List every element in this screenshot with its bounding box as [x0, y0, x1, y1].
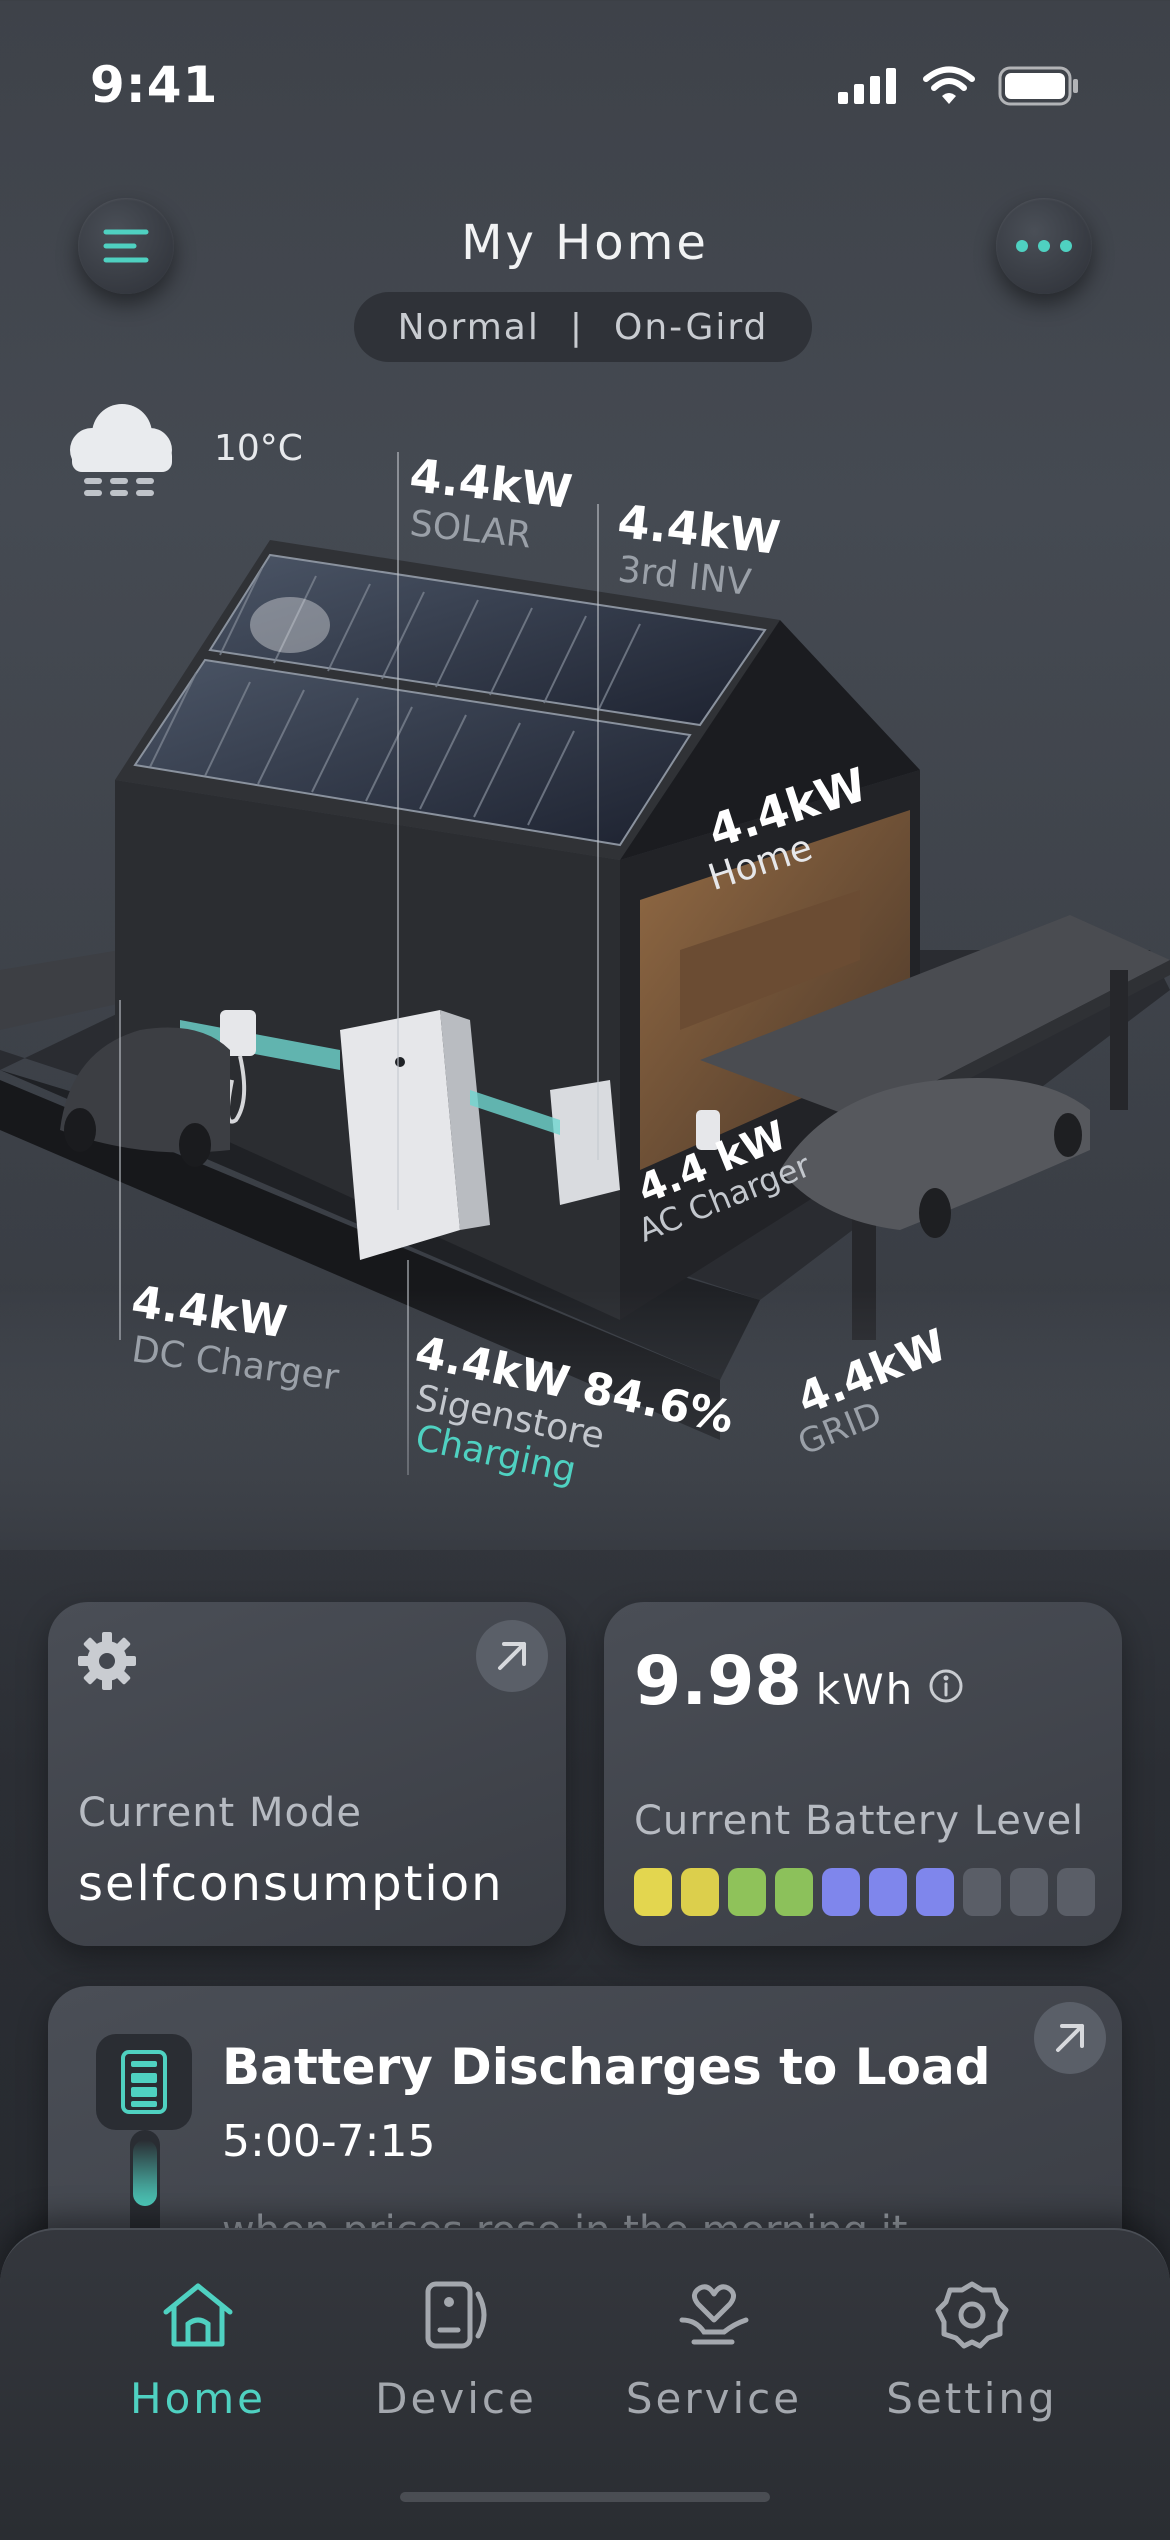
inverter-reading: 4.4kW 3rd INV: [615, 494, 783, 604]
battery-level-segment: [634, 1868, 672, 1916]
mode-label: Normal: [397, 306, 540, 348]
schedule-progress-fill: [133, 2140, 157, 2206]
ac-charger-reading: 4.4 kW AC Charger: [631, 1112, 822, 1249]
mode-status-pill: Normal | On-Gird: [354, 292, 812, 362]
battery-level-bar: [634, 1868, 1095, 1916]
battery-icon-tile: [96, 2034, 192, 2130]
status-time: 9:41: [90, 56, 219, 114]
nav-item-service[interactable]: Service: [594, 2280, 834, 2423]
battery-unit: kWh: [815, 1665, 915, 1714]
home-icon: [163, 2283, 233, 2347]
battery-level-segment: [1010, 1868, 1048, 1916]
info-icon[interactable]: [928, 1668, 964, 1704]
battery-stack-icon: [121, 2050, 167, 2114]
current-mode-card[interactable]: Current Mode selfconsumption: [48, 1602, 566, 1946]
battery-energy: 9.98 kWh: [634, 1642, 964, 1721]
mode-value: selfconsumption: [78, 1856, 504, 1912]
battery-level-segment: [775, 1868, 813, 1916]
battery-level-segment: [916, 1868, 954, 1916]
battery-level-segment: [728, 1868, 766, 1916]
battery-label: Current Battery Level: [634, 1798, 1085, 1844]
status-icons: [838, 66, 1080, 106]
battery-level-segment: [1057, 1868, 1095, 1916]
device-icon: [425, 2281, 487, 2349]
nav-label-service: Service: [625, 2374, 803, 2423]
storage-reading: 4.4kW 84.6% Sigenstore Charging: [411, 1327, 740, 1492]
service-icon: [679, 2284, 749, 2345]
nav-item-home[interactable]: Home: [78, 2280, 318, 2423]
battery-icon: [998, 66, 1078, 106]
dc-charger-reading: 4.4kW DC Charger: [129, 1276, 342, 1399]
nav-item-setting[interactable]: Setting: [852, 2280, 1092, 2423]
mode-open-button[interactable]: [476, 1620, 548, 1692]
home-indicator: [400, 2492, 770, 2502]
schedule-time: 5:00-7:15: [222, 2116, 436, 2167]
schedule-title: Battery Discharges to Load: [222, 2038, 991, 2096]
solar-reading: 4.4kW SOLAR: [407, 448, 575, 556]
battery-level-segment: [681, 1868, 719, 1916]
setting-icon: [935, 2281, 1009, 2349]
grid-reading: 4.4kW GRID: [790, 1320, 956, 1464]
battery-level-segment: [963, 1868, 1001, 1916]
nav-label-setting: Setting: [886, 2374, 1058, 2423]
battery-level-segment: [869, 1868, 907, 1916]
battery-level-segment: [822, 1868, 860, 1916]
arrow-up-right-icon: [1056, 2024, 1084, 2052]
more-icon: [1016, 240, 1072, 252]
pill-separator: |: [569, 306, 584, 348]
schedule-open-button[interactable]: [1034, 2002, 1106, 2074]
nav-item-device[interactable]: Device: [336, 2280, 576, 2423]
home-reading: 4.4kW Home: [702, 757, 874, 899]
nav-label-device: Device: [375, 2374, 537, 2423]
arrow-up-right-icon: [498, 1642, 526, 1670]
battery-level-card[interactable]: 9.98 kWh Current Battery Level: [604, 1602, 1122, 1946]
battery-value: 9.98: [634, 1642, 802, 1721]
wifi-icon: [923, 66, 975, 104]
gear-icon: [78, 1632, 136, 1690]
page-title: My Home: [461, 215, 709, 271]
more-button[interactable]: [996, 198, 1092, 294]
mode-label: Current Mode: [78, 1790, 362, 1836]
signal-icon: [838, 68, 896, 104]
nav-label-home: Home: [129, 2374, 267, 2423]
grid-status-label: On-Gird: [614, 306, 769, 348]
